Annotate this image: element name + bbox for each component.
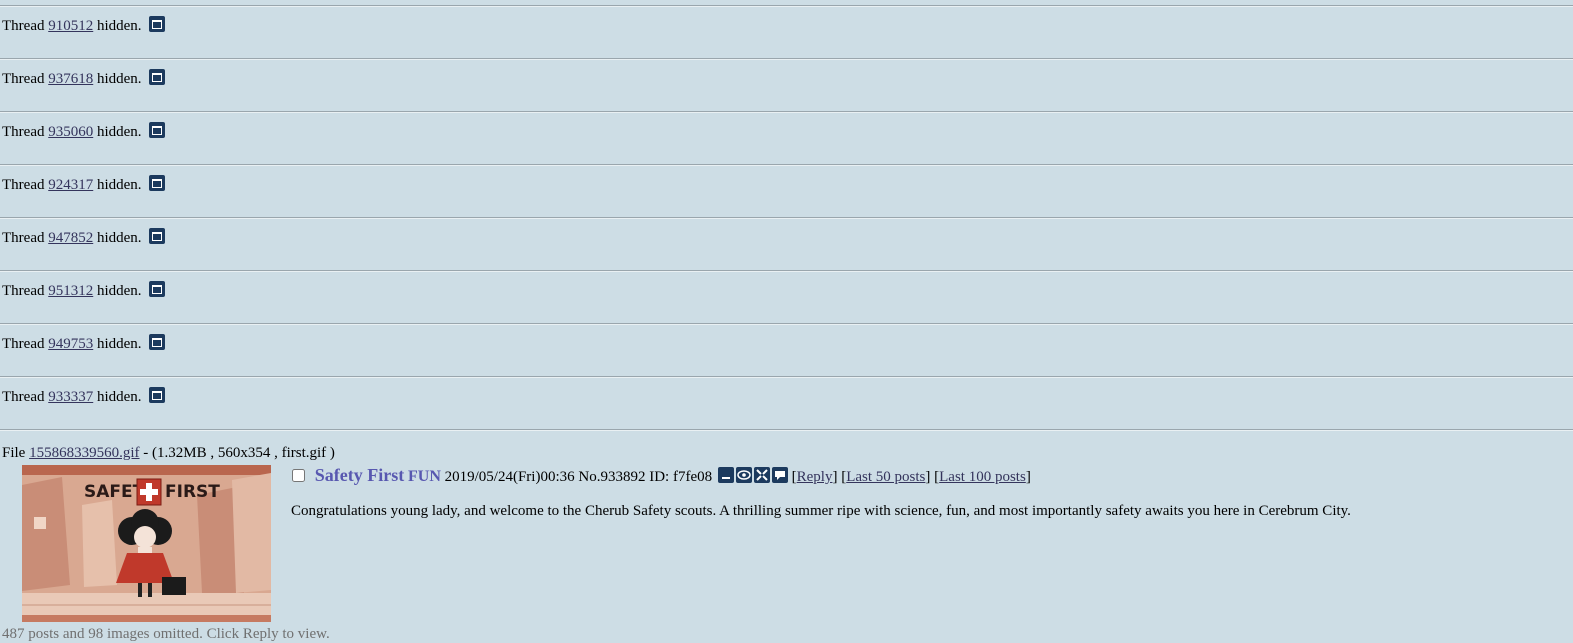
thread-suffix: hidden. xyxy=(96,124,142,140)
thread-link[interactable]: 951312 xyxy=(48,283,93,299)
divider xyxy=(0,429,1573,431)
thread-prefix: Thread xyxy=(2,177,45,193)
thread-prefix: Thread xyxy=(2,389,45,405)
post-date: 2019/05/24(Fri)00:36 xyxy=(444,469,575,485)
unhide-thread-icon[interactable] xyxy=(149,334,166,350)
poster-id-label: ID: xyxy=(649,469,670,485)
last-100-posts-link[interactable]: Last 100 posts xyxy=(939,469,1026,485)
thread-prefix: Thread xyxy=(2,283,45,299)
expand-icon[interactable] xyxy=(753,467,770,483)
hidden-thread: Thread 949753 hidden. xyxy=(0,325,1573,376)
thread-prefix: Thread xyxy=(2,336,45,352)
thread-prefix: Thread xyxy=(2,18,45,34)
unhide-thread-icon[interactable] xyxy=(149,69,166,85)
unhide-thread-icon[interactable] xyxy=(149,281,166,297)
last50-link-wrap: [Last 50 posts] xyxy=(841,469,931,485)
op-post-header: Safety First FUN 2019/05/24(Fri)00:36 No… xyxy=(292,465,1031,487)
hidden-thread: Thread 947852 hidden. xyxy=(0,219,1573,270)
omitted-notice: 487 posts and 98 images omitted. Click R… xyxy=(2,626,330,642)
reply-icon[interactable] xyxy=(771,467,788,483)
hidden-thread-list: Thread 910512 hidden. Thread 937618 hidd… xyxy=(0,5,1573,431)
thread-suffix: hidden. xyxy=(96,177,142,193)
post-select-checkbox[interactable] xyxy=(292,469,305,482)
thread-suffix: hidden. xyxy=(96,71,142,87)
thread-link[interactable]: 924317 xyxy=(48,177,93,193)
thread-suffix: hidden. xyxy=(96,230,142,246)
thread-link[interactable]: 947852 xyxy=(48,230,93,246)
hidden-thread: Thread 933337 hidden. xyxy=(0,378,1573,429)
thread-prefix: Thread xyxy=(2,71,45,87)
last100-link-wrap: [Last 100 posts] xyxy=(934,469,1031,485)
thread-suffix: hidden. xyxy=(96,389,142,405)
hidden-thread: Thread 910512 hidden. xyxy=(0,7,1573,58)
thread-suffix: hidden. xyxy=(96,283,142,299)
thread-link[interactable]: 933337 xyxy=(48,389,93,405)
post-number[interactable]: 933892 xyxy=(600,469,645,485)
reply-link[interactable]: Reply xyxy=(797,469,833,485)
op-thumbnail[interactable]: SAFETY FIRST xyxy=(22,465,271,622)
thread-suffix: hidden. xyxy=(96,18,142,34)
op-post-message: Congratulations young lady, and welcome … xyxy=(291,503,1351,519)
unhide-thread-icon[interactable] xyxy=(149,16,166,32)
thread-suffix: hidden. xyxy=(96,336,142,352)
unhide-thread-icon[interactable] xyxy=(149,175,166,191)
watch-icon[interactable] xyxy=(735,467,752,483)
post-subject: Safety First xyxy=(314,465,405,485)
thread-prefix: Thread xyxy=(2,124,45,140)
file-prefix: File xyxy=(2,445,26,461)
thread-link[interactable]: 949753 xyxy=(48,336,93,352)
hidden-thread: Thread 935060 hidden. xyxy=(0,113,1573,164)
file-link[interactable]: 155868339560.gif xyxy=(29,445,139,461)
thread-link[interactable]: 937618 xyxy=(48,71,93,87)
thread-link[interactable]: 910512 xyxy=(48,18,93,34)
poster-id: f7fe08 xyxy=(672,469,713,485)
unhide-thread-icon[interactable] xyxy=(149,122,166,138)
thread-prefix: Thread xyxy=(2,230,45,246)
file-info-line: File 155868339560.gif - (1.32MB , 560x35… xyxy=(2,445,335,462)
unhide-thread-icon[interactable] xyxy=(149,387,166,403)
unhide-thread-icon[interactable] xyxy=(149,228,166,244)
last-50-posts-link[interactable]: Last 50 posts xyxy=(846,469,925,485)
hide-icon[interactable] xyxy=(717,467,734,483)
hidden-thread: Thread 951312 hidden. xyxy=(0,272,1573,323)
file-details: - (1.32MB , 560x354 , first.gif ) xyxy=(143,445,335,461)
op-thumbnail-image: SAFETY FIRST xyxy=(22,465,271,622)
thread-link[interactable]: 935060 xyxy=(48,124,93,140)
hidden-thread: Thread 924317 hidden. xyxy=(0,166,1573,217)
thumb-text-first: FIRST xyxy=(165,482,220,502)
reply-link-wrap: [Reply] xyxy=(791,469,838,485)
hidden-thread: Thread 937618 hidden. xyxy=(0,60,1573,111)
poster-name: FUN xyxy=(407,468,441,485)
post-number-label: No. xyxy=(578,469,601,485)
